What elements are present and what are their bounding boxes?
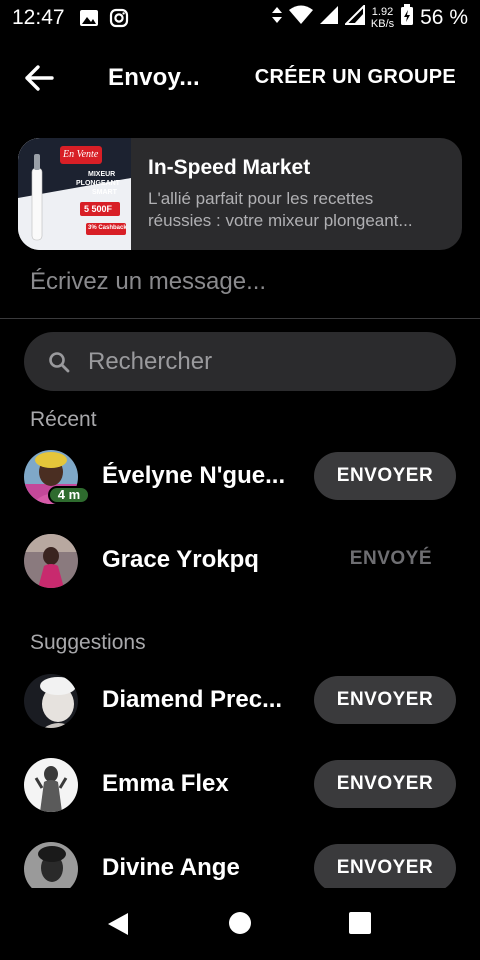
shared-post-desc-line2: réussies : votre mixeur plongeant...: [148, 211, 413, 230]
nav-recents-icon[interactable]: [349, 912, 371, 934]
send-button[interactable]: ENVOYER: [314, 452, 456, 500]
back-arrow-icon[interactable]: [24, 64, 58, 94]
shared-post-card[interactable]: En Vente MIXEUR PLONGEANT SMART 5 500F 3…: [18, 138, 462, 250]
contact-name: Grace Yrokpq: [102, 546, 259, 573]
speed-unit: KB/s: [370, 18, 395, 30]
contact-row: Grace Yrokpq ENVOYÉ: [0, 532, 480, 592]
send-button[interactable]: ENVOYER: [314, 676, 456, 724]
signal-icon: [319, 5, 339, 31]
battery-percent: 56 %: [420, 6, 468, 29]
avatar: [24, 674, 78, 728]
message-input[interactable]: Écrivez un message...: [30, 268, 450, 302]
navigation-bar: [0, 888, 480, 960]
page-title: Envoy...: [108, 64, 200, 91]
active-time-badge: 4 m: [48, 486, 90, 504]
contact-name: Emma Flex: [102, 770, 229, 797]
avatar: [24, 534, 78, 588]
nav-back-icon[interactable]: [106, 912, 130, 941]
signal-2-icon: [343, 3, 365, 31]
search-placeholder: Rechercher: [88, 347, 213, 375]
contact-row: 4 m Évelyne N'gue... ENVOYER: [0, 448, 480, 508]
thumb-price: 5 500F: [84, 204, 113, 214]
sent-status: ENVOYÉ: [349, 548, 432, 569]
create-group-button[interactable]: CRÉER UN GROUPE: [255, 66, 456, 89]
thumb-product-line3: SMART: [92, 189, 117, 196]
section-suggestions-label: Suggestions: [30, 631, 146, 654]
header: Envoy... CRÉER UN GROUPE: [0, 50, 480, 108]
avatar: [24, 758, 78, 812]
search-input[interactable]: Rechercher: [24, 332, 456, 391]
battery-icon: [400, 4, 414, 32]
thumb-product-line2: PLONGEANT: [76, 180, 120, 187]
thumb-tag: En Vente: [63, 149, 99, 160]
product-thumbnail: En Vente MIXEUR PLONGEANT SMART 5 500F 3…: [18, 138, 131, 250]
search-icon: [48, 351, 70, 373]
contact-name: Divine Ange: [102, 854, 240, 881]
shared-post-title: In-Speed Market: [148, 156, 311, 179]
thumb-cashback: 3% Cashback: [88, 225, 127, 231]
send-button[interactable]: ENVOYER: [314, 844, 456, 892]
thumb-product-line1: MIXEUR: [88, 171, 116, 178]
data-arrows-icon: [271, 5, 283, 31]
contact-name: Diamend Prec...: [102, 686, 283, 713]
wifi-icon: [288, 5, 313, 31]
shared-post-description: L'allié parfait pour les recettes réussi…: [148, 188, 444, 232]
instagram-icon: [109, 8, 129, 28]
status-bar: 12:47 1.92 KB/s 56 %: [0, 0, 480, 36]
gallery-icon: [79, 8, 99, 28]
divider: [0, 318, 480, 319]
contact-row: Emma Flex ENVOYER: [0, 756, 480, 816]
section-recent-label: Récent: [30, 408, 97, 431]
network-speed: 1.92 KB/s: [371, 6, 394, 30]
status-time: 12:47: [12, 6, 65, 29]
nav-home-icon[interactable]: [229, 912, 251, 934]
contact-name: Évelyne N'gue...: [102, 462, 286, 489]
shared-post-desc-line1: L'allié parfait pour les recettes: [148, 189, 374, 208]
speed-value: 1.92: [371, 6, 394, 18]
contact-row: Diamend Prec... ENVOYER: [0, 672, 480, 732]
send-button[interactable]: ENVOYER: [314, 760, 456, 808]
